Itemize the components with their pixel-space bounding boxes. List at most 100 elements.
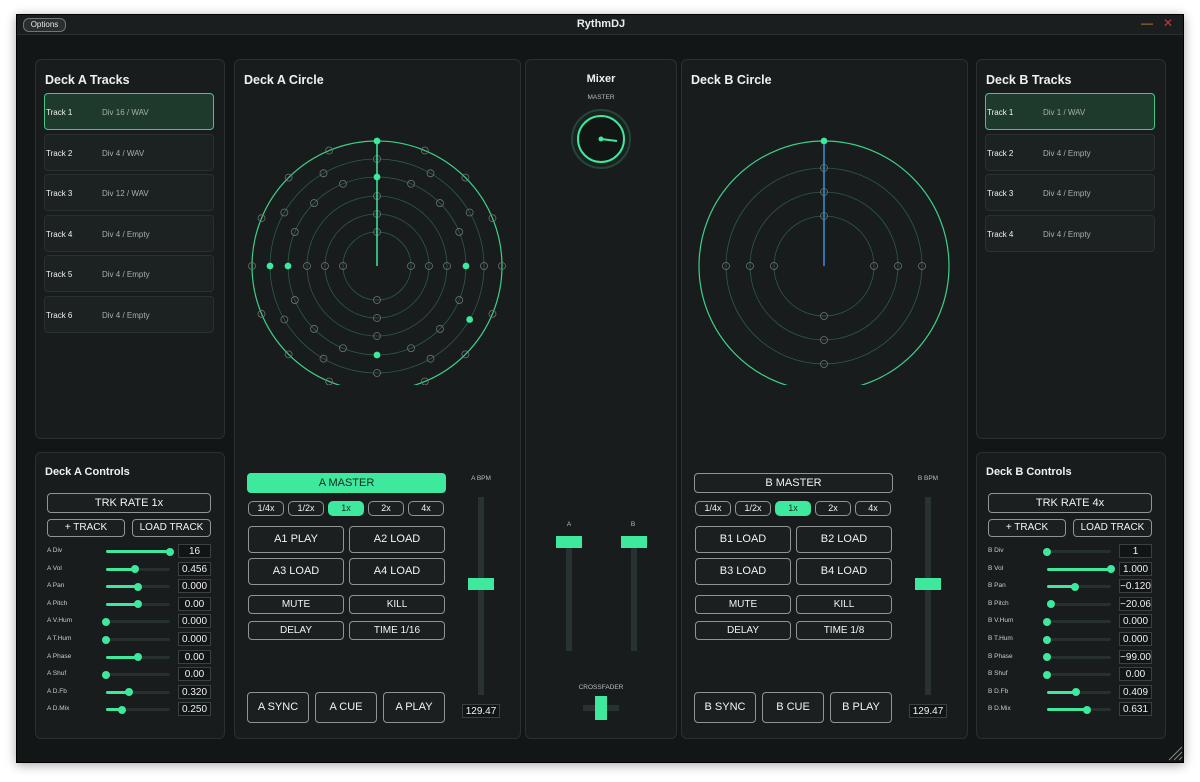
master-button-a[interactable]: A MASTER — [247, 473, 446, 493]
param-value-a-3[interactable]: 0.00 — [178, 596, 211, 611]
pad-button-a-0[interactable]: A1 PLAY — [248, 526, 344, 553]
track-item-a-6[interactable]: Track 6 Div 4 / Empty — [44, 296, 214, 333]
param-value-b-0[interactable]: 1 — [1119, 544, 1152, 558]
param-value-b-1[interactable]: 1.000 — [1119, 561, 1152, 576]
add-track-button-a[interactable]: + TRACK — [47, 519, 125, 537]
transport-button-a-1[interactable]: A CUE — [315, 692, 377, 723]
track-item-a-1[interactable]: Track 1 Div 16 / WAV — [44, 93, 214, 130]
rate-button-a-1[interactable]: 1/2x — [288, 501, 324, 516]
param-slider-track-a-5[interactable] — [106, 638, 170, 641]
param-value-b-3[interactable]: −20.06 — [1119, 596, 1152, 611]
track-item-b-1[interactable]: Track 1 Div 1 / WAV — [985, 93, 1155, 130]
pad-button-a-2[interactable]: A3 LOAD — [248, 558, 344, 585]
rate-button-b-4[interactable]: 4x — [855, 501, 891, 516]
rate-button-b-1[interactable]: 1/2x — [735, 501, 771, 516]
param-value-a-5[interactable]: 0.000 — [178, 632, 211, 646]
param-value-a-2[interactable]: 0.000 — [178, 579, 211, 594]
load-track-button-a[interactable]: LOAD TRACK — [132, 519, 211, 537]
transport-button-a-0[interactable]: A SYNC — [247, 692, 309, 723]
param-slider-track-b-5[interactable] — [1047, 638, 1111, 641]
rate-button-b-2[interactable]: 1x — [775, 501, 811, 516]
fx-button-a-1[interactable]: KILL — [349, 595, 445, 614]
rate-button-a-3[interactable]: 2x — [368, 501, 404, 516]
add-track-button-b[interactable]: + TRACK — [988, 519, 1066, 537]
param-value-a-9[interactable]: 0.250 — [178, 702, 211, 717]
crossfader-thumb[interactable] — [595, 696, 607, 720]
param-slider-track-b-7[interactable] — [1047, 673, 1111, 677]
rate-button-a-4[interactable]: 4x — [408, 501, 444, 516]
pad-button-b-2[interactable]: B3 LOAD — [695, 558, 791, 585]
param-slider-knob-a-7[interactable] — [102, 670, 110, 679]
rate-button-b-0[interactable]: 1/4x — [695, 501, 731, 516]
channel-b-fader-thumb[interactable] — [621, 536, 647, 548]
transport-button-b-1[interactable]: B CUE — [762, 692, 824, 723]
fx-button-a-3[interactable]: TIME 1/16 — [349, 620, 445, 640]
bpm-fader-thumb-b[interactable] — [915, 578, 941, 591]
fx-button-a-2[interactable]: DELAY — [248, 620, 344, 640]
fx-button-b-3[interactable]: TIME 1/8 — [796, 620, 892, 640]
param-slider-knob-b-5[interactable] — [1043, 635, 1051, 644]
pad-button-b-0[interactable]: B1 LOAD — [695, 526, 791, 553]
bpm-fader-track-a[interactable] — [478, 497, 484, 695]
transport-button-b-2[interactable]: B PLAY — [830, 692, 892, 723]
param-slider-knob-a-4[interactable] — [102, 617, 110, 626]
track-item-b-2[interactable]: Track 2 Div 4 / Empty — [985, 133, 1155, 171]
trk-rate-button-b[interactable]: TRK RATE 4x — [988, 493, 1152, 513]
param-slider-knob-b-2[interactable] — [1071, 582, 1080, 591]
param-slider-knob-b-4[interactable] — [1043, 617, 1051, 626]
track-item-a-4[interactable]: Track 4 Div 4 / Empty — [44, 214, 214, 252]
pad-button-b-3[interactable]: B4 LOAD — [796, 558, 892, 585]
transport-button-a-2[interactable]: A PLAY — [383, 692, 445, 723]
fx-button-b-1[interactable]: KILL — [796, 595, 892, 614]
fx-button-b-0[interactable]: MUTE — [695, 595, 791, 614]
bpm-fader-track-b[interactable] — [925, 497, 931, 695]
load-track-button-b[interactable]: LOAD TRACK — [1073, 519, 1152, 537]
track-item-b-3[interactable]: Track 3 Div 4 / Empty — [985, 174, 1155, 212]
param-value-b-9[interactable]: 0.631 — [1119, 702, 1152, 717]
deck-b-circle-visual[interactable] — [691, 115, 957, 385]
param-value-a-1[interactable]: 0.456 — [178, 561, 211, 576]
param-value-b-7[interactable]: 0.00 — [1119, 667, 1152, 682]
param-value-b-5[interactable]: 0.000 — [1119, 632, 1152, 646]
param-slider-track-b-6[interactable] — [1047, 655, 1111, 659]
param-value-b-6[interactable]: −99.00 — [1119, 649, 1152, 664]
param-value-b-8[interactable]: 0.409 — [1119, 684, 1152, 699]
param-value-a-8[interactable]: 0.320 — [178, 684, 211, 699]
track-item-a-3[interactable]: Track 3 Div 12 / WAV — [44, 174, 214, 212]
param-slider-knob-a-0[interactable] — [166, 547, 174, 556]
param-slider-track-b-4[interactable] — [1047, 620, 1111, 624]
param-slider-track-b-0[interactable] — [1047, 550, 1111, 553]
rate-button-b-3[interactable]: 2x — [815, 501, 851, 516]
pad-button-b-1[interactable]: B2 LOAD — [796, 526, 892, 553]
track-item-a-2[interactable]: Track 2 Div 4 / WAV — [44, 133, 214, 171]
pad-button-a-1[interactable]: A2 LOAD — [349, 526, 445, 553]
param-value-a-7[interactable]: 0.00 — [178, 667, 211, 682]
channel-a-fader-track[interactable] — [566, 536, 572, 651]
param-slider-track-b-3[interactable] — [1047, 602, 1111, 606]
param-slider-knob-a-5[interactable] — [102, 635, 110, 644]
param-slider-knob-a-2[interactable] — [134, 582, 142, 591]
channel-a-fader-thumb[interactable] — [556, 536, 582, 548]
param-slider-knob-b-7[interactable] — [1043, 670, 1051, 679]
master-knob[interactable] — [570, 108, 632, 170]
param-value-b-2[interactable]: −0.120 — [1119, 579, 1152, 594]
param-value-a-0[interactable]: 16 — [178, 544, 211, 558]
track-item-a-5[interactable]: Track 5 Div 4 / Empty — [44, 255, 214, 293]
param-slider-track-a-4[interactable] — [106, 620, 170, 624]
pad-button-a-3[interactable]: A4 LOAD — [349, 558, 445, 585]
param-slider-knob-b-0[interactable] — [1043, 547, 1051, 556]
track-item-b-4[interactable]: Track 4 Div 4 / Empty — [985, 214, 1155, 252]
param-value-a-4[interactable]: 0.000 — [178, 614, 211, 629]
trk-rate-button-a[interactable]: TRK RATE 1x — [47, 493, 211, 513]
resize-grip-icon[interactable] — [1165, 743, 1183, 761]
fx-button-b-2[interactable]: DELAY — [695, 620, 791, 640]
rate-button-a-2[interactable]: 1x — [328, 501, 364, 516]
fx-button-a-0[interactable]: MUTE — [248, 595, 344, 614]
param-value-a-6[interactable]: 0.00 — [178, 649, 211, 664]
bpm-fader-thumb-a[interactable] — [468, 578, 494, 591]
rate-button-a-0[interactable]: 1/4x — [248, 501, 284, 516]
param-slider-track-a-7[interactable] — [106, 673, 170, 677]
channel-b-fader-track[interactable] — [631, 536, 637, 651]
master-button-b[interactable]: B MASTER — [694, 473, 893, 493]
transport-button-b-0[interactable]: B SYNC — [694, 692, 756, 723]
